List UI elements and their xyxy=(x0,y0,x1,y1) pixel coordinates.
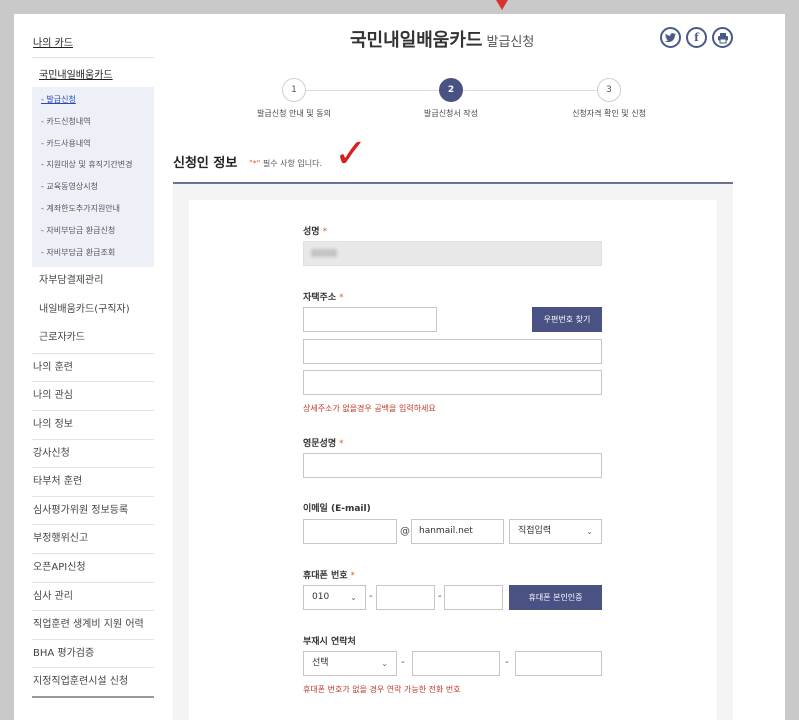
page-title: 국민내일배움카드 발급신청 xyxy=(350,26,534,52)
sidebar-item-facility[interactable]: 지정직업훈련시설 신청 xyxy=(32,667,154,696)
sidebar-item-other-ministry[interactable]: 타부처 훈련 xyxy=(32,467,154,496)
absence-dash: - xyxy=(401,657,405,668)
scroll-marker xyxy=(496,0,508,10)
sidebar-item-national-card[interactable]: 국민내일배움카드 xyxy=(32,58,154,87)
eng-name-input[interactable] xyxy=(303,453,602,478)
required-star: * xyxy=(322,227,328,237)
print-icon[interactable] xyxy=(712,27,733,48)
phone-dash: - xyxy=(438,591,442,602)
twitter-icon[interactable] xyxy=(660,27,681,48)
step-1-label: 발급신청 안내 및 동의 xyxy=(257,109,331,118)
absence-prefix-value: 선택 xyxy=(312,658,329,668)
sidebar-item-limit-info[interactable]: - 계좌한도추가지원안내 xyxy=(32,198,154,220)
absence-help-text: 휴대폰 번호가 없을 경우 연락 가능한 전화 번호 xyxy=(303,685,461,694)
address-line1-input[interactable] xyxy=(303,339,602,364)
sidebar-item-report[interactable]: 부정행위신고 xyxy=(32,524,154,553)
page-title-sub: 발급신청 xyxy=(486,35,535,50)
step-2-circle: 2 xyxy=(439,78,463,102)
chevron-down-icon: ⌄ xyxy=(381,659,388,668)
page: 나의 카드 국민내일배움카드 - 발급신청 - 카드신청내역 - 카드사용내역 … xyxy=(14,14,785,720)
address-line2-input[interactable] xyxy=(303,370,602,395)
phone-dash: - xyxy=(369,591,373,602)
address-help-text: 상세주소가 없을경우 공백을 입력하세요 xyxy=(303,404,436,413)
sidebar-item-bha[interactable]: BHA 평가검증 xyxy=(32,638,154,668)
email-domain-input[interactable]: hanmail.net xyxy=(411,519,504,544)
sidebar-item-review-manage[interactable]: 심사 관리 xyxy=(32,581,154,611)
phone-middle-input[interactable] xyxy=(376,585,435,610)
email-at-sign: @ xyxy=(400,526,410,537)
chevron-down-icon: ⌄ xyxy=(586,527,593,536)
sidebar-item-self-pay[interactable]: 자부담결제관리 xyxy=(32,267,154,296)
step-3-circle: 3 xyxy=(597,78,621,102)
chevron-down-icon: ⌄ xyxy=(350,593,357,602)
phone-last-input[interactable] xyxy=(444,585,503,610)
sidebar-item-apply[interactable]: - 발급신청 xyxy=(32,89,154,111)
sidebar-item-video[interactable]: - 교육동영상시청 xyxy=(32,176,154,198)
sidebar-item-jobseeker-card[interactable]: 내일배움카드(구직자) xyxy=(32,296,154,325)
phone-verify-button[interactable]: 휴대폰 본인인증 xyxy=(509,585,602,610)
sidebar-item-living-support[interactable]: 직업훈련 생계비 지원 어력 xyxy=(32,610,154,639)
sidebar-item-open-api[interactable]: 오픈API신청 xyxy=(32,553,154,582)
name-field xyxy=(303,241,602,266)
required-note-star: "*" xyxy=(249,159,261,168)
sidebar-item-instructor[interactable]: 강사신청 xyxy=(32,438,154,468)
phone-label: 휴대폰 번호 * xyxy=(303,568,355,581)
required-star: * xyxy=(350,571,356,581)
phone-label-text: 휴대폰 번호 xyxy=(303,571,348,581)
address-label: 자택주소 * xyxy=(303,290,344,303)
step-3-label: 신청자격 확인 및 신청 xyxy=(572,109,646,118)
email-domain-select-value: 직접입력 xyxy=(518,526,552,536)
step-1-circle: 1 xyxy=(282,78,306,102)
sidebar-item-reviewer[interactable]: 심사평가위원 정보등록 xyxy=(32,495,154,525)
sidebar-submenu: - 발급신청 - 카드신청내역 - 카드사용내역 - 지원대상 및 휴직기간변경… xyxy=(32,87,154,268)
required-star: * xyxy=(339,439,344,449)
sidebar-item-worker-card[interactable]: 근로자카드 xyxy=(32,324,154,353)
sidebar-item-my-training[interactable]: 나의 훈련 xyxy=(32,352,154,382)
postcode-input[interactable] xyxy=(303,307,437,332)
required-note: "*" 필수 사항 입니다. xyxy=(249,158,322,169)
address-label-text: 자택주소 xyxy=(303,293,337,303)
page-title-main: 국민내일배움카드 xyxy=(350,30,483,51)
sidebar-item-my-info[interactable]: 나의 정보 xyxy=(32,410,154,439)
sidebar-item-refund-check[interactable]: - 자비부담금 환급조회 xyxy=(32,242,154,264)
email-domain-select[interactable]: 직접입력 ⌄ xyxy=(509,519,602,544)
eng-name-label: 영문성명 * xyxy=(303,436,344,449)
name-label: 성명 * xyxy=(303,224,327,237)
absence-prefix-select[interactable]: 선택 ⌄ xyxy=(303,651,397,676)
sidebar-item-card-history[interactable]: - 카드신청내역 xyxy=(32,111,154,133)
sidebar-item-support-change[interactable]: - 지원대상 및 휴직기간변경 xyxy=(32,154,154,176)
redacted-name xyxy=(311,248,337,257)
sidebar-item-my-interest[interactable]: 나의 관심 xyxy=(32,381,154,410)
absence-contact-label: 부재시 연락처 xyxy=(303,637,356,647)
phone-prefix-select[interactable]: 010 ⌄ xyxy=(303,585,366,610)
section-title: 신청인 정보 xyxy=(173,156,238,171)
phone-prefix-value: 010 xyxy=(312,592,330,602)
required-note-text: 필수 사항 입니다. xyxy=(260,159,323,168)
postcode-search-button[interactable]: 우편번호 찾기 xyxy=(532,307,602,332)
name-label-text: 성명 xyxy=(303,227,320,237)
sidebar: 나의 카드 국민내일배움카드 - 발급신청 - 카드신청내역 - 카드사용내역 … xyxy=(32,28,154,698)
sidebar-item-my-card[interactable]: 나의 카드 xyxy=(32,28,154,58)
absence-dash: - xyxy=(505,657,509,668)
sidebar-item-refund-apply[interactable]: - 자비부담금 환급신청 xyxy=(32,220,154,242)
email-label: 이메일 (E-mail) xyxy=(303,504,371,514)
required-star: * xyxy=(339,293,344,303)
checkmark-annotation-icon: ✓ xyxy=(334,131,368,177)
absence-middle-input[interactable] xyxy=(412,651,500,676)
step-2-label: 발급신청서 작성 xyxy=(423,109,479,118)
absence-last-input[interactable] xyxy=(515,651,602,676)
email-id-input[interactable] xyxy=(303,519,397,544)
sidebar-item-card-usage[interactable]: - 카드사용내역 xyxy=(32,133,154,155)
facebook-icon[interactable]: f xyxy=(686,27,707,48)
eng-name-label-text: 영문성명 xyxy=(303,439,337,449)
